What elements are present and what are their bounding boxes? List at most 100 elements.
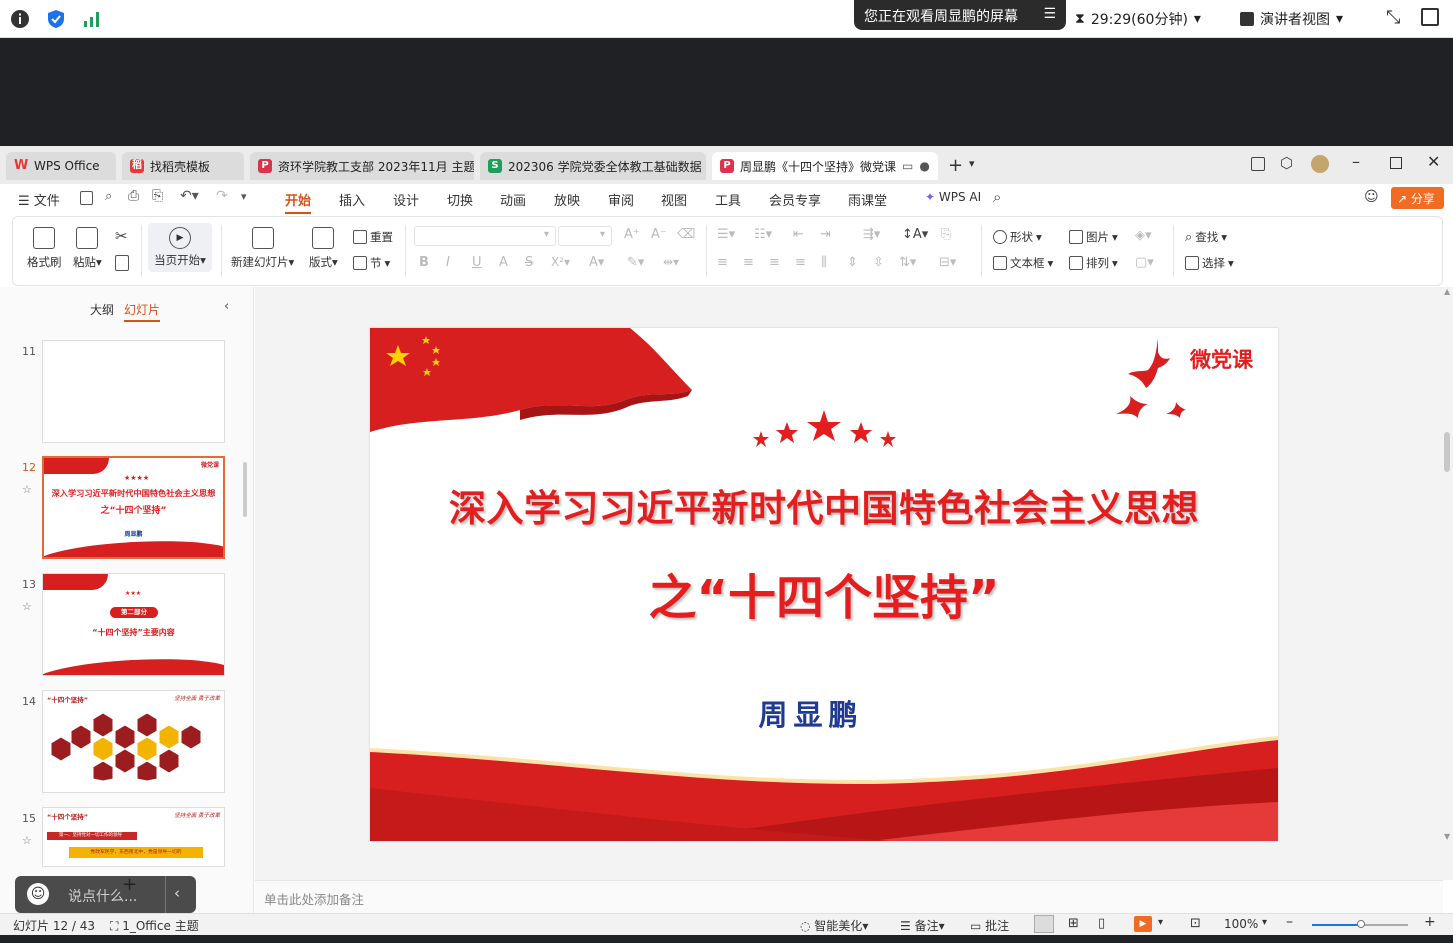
comment-icon[interactable]: ☺: [1364, 189, 1379, 205]
emoji-icon[interactable]: ☺: [27, 883, 49, 905]
spacing-icon[interactable]: ⇳: [873, 255, 884, 270]
menu-review[interactable]: 审阅: [608, 190, 634, 209]
slide-thumbnail-12[interactable]: 微党课 ★★★★ 深入学习习近平新时代中国特色社会主义思想 之“十四个坚持” 周…: [42, 456, 225, 559]
chat-input[interactable]: ☺ 说点什么... + ‹: [15, 874, 196, 913]
export-icon[interactable]: ⌕: [105, 189, 112, 204]
find-button[interactable]: ⌕ 查找 ▾: [1185, 229, 1227, 245]
vertical-align-icon[interactable]: ⇕: [847, 255, 858, 270]
zoom-in-icon[interactable]: +: [1424, 914, 1436, 930]
convert-icon[interactable]: ⎘: [941, 227, 951, 242]
superscript-icon[interactable]: X²▾: [551, 255, 570, 269]
bold-icon[interactable]: B: [419, 255, 429, 270]
menu-membership[interactable]: 会员专享: [769, 190, 821, 209]
scroll-down-icon[interactable]: ▼: [1444, 832, 1450, 841]
current-slide[interactable]: 微党课 深入学习习近平新时代中国特色社会主义思想 之“十四个坚持” 周显鹏: [370, 328, 1278, 841]
zoom-out-icon[interactable]: –: [1286, 914, 1293, 930]
info-icon[interactable]: [10, 9, 30, 29]
restore-icon[interactable]: [1390, 157, 1402, 169]
menu-rain-classroom[interactable]: 雨课堂: [848, 190, 887, 209]
chevron-down-icon[interactable]: ▾: [1262, 917, 1267, 928]
menu-home[interactable]: 开始: [285, 190, 312, 214]
panel-scrollbar[interactable]: [243, 462, 247, 517]
outline-icon[interactable]: ▢▾: [1135, 255, 1154, 270]
numbering-icon[interactable]: ☷▾: [754, 227, 772, 242]
highlight-icon[interactable]: ✎▾: [627, 255, 644, 270]
font-color-icon[interactable]: A▾: [589, 255, 604, 270]
text-direction-icon[interactable]: ⇶▾: [863, 227, 880, 242]
notes-field[interactable]: 单击此处添加备注: [255, 880, 1443, 913]
shield-icon[interactable]: [46, 9, 66, 29]
new-slide-button[interactable]: 新建幻灯片▾: [231, 227, 294, 270]
italic-icon[interactable]: I: [446, 255, 450, 270]
grid-view-icon[interactable]: ⊞: [1068, 916, 1079, 931]
signal-icon[interactable]: [82, 9, 102, 29]
cube-icon[interactable]: ⬡: [1280, 154, 1293, 172]
menu-view[interactable]: 视图: [661, 190, 687, 209]
outline-tab[interactable]: 大纲: [90, 301, 114, 318]
from-current-slide-button[interactable]: ▶ 当页开始▾: [148, 223, 212, 272]
comments-button[interactable]: ▭ 批注: [970, 917, 1009, 934]
tab-spreadsheet[interactable]: S 202306 学院党委全体教工基础数据 ●: [480, 152, 706, 180]
arrange-button[interactable]: 排列 ▾: [1069, 255, 1118, 271]
tab-ppt-branch[interactable]: P 资环学院教工支部 2023年11月 主题党: [250, 152, 474, 180]
share-button[interactable]: ↗ 分享: [1391, 187, 1444, 209]
chevron-down-icon[interactable]: ▾: [969, 157, 975, 170]
outdent-icon[interactable]: ⇤: [793, 227, 804, 242]
undo-icon[interactable]: ↶▾: [180, 188, 199, 204]
shadow-icon[interactable]: A: [499, 255, 508, 270]
screen-share-badge[interactable]: 您正在观看周显鹏的屏幕 ☰: [854, 0, 1066, 30]
collapse-chat-icon[interactable]: ‹: [174, 884, 180, 902]
reset-button[interactable]: 重置: [353, 229, 393, 245]
cut-icon[interactable]: ✂: [115, 227, 128, 245]
menu-insert[interactable]: 插入: [339, 190, 365, 209]
shape-button[interactable]: 形状 ▾: [993, 229, 1042, 245]
slide-thumbnail-15[interactable]: “十四个坚持” 坚持全面 勇于改革 第一、坚持党对一切工作的领导 党政军民学，东…: [42, 807, 225, 867]
fit-window-icon[interactable]: ⊡: [1190, 916, 1201, 931]
exit-fullscreen-icon[interactable]: ⤡: [1386, 7, 1400, 28]
copy-icon[interactable]: [115, 255, 129, 271]
underline-icon[interactable]: U: [472, 255, 482, 270]
save-icon[interactable]: [80, 191, 93, 205]
avatar[interactable]: [1311, 155, 1329, 173]
menu-icon[interactable]: ☰: [1043, 6, 1056, 24]
zoom-level[interactable]: 100%: [1224, 917, 1258, 931]
eraser-icon[interactable]: ⌫: [677, 227, 695, 242]
increase-font-icon[interactable]: A⁺: [624, 227, 640, 242]
slide-thumbnail-11[interactable]: [42, 340, 225, 443]
char-spacing-icon[interactable]: ⇹▾: [663, 255, 679, 269]
beautify-button[interactable]: ◌ 智能美化▾: [800, 917, 868, 934]
theme-name[interactable]: ⛶ 1_Office 主题: [110, 917, 199, 934]
bullets-icon[interactable]: ☰▾: [717, 227, 735, 242]
picture-button[interactable]: 图片 ▾: [1069, 229, 1118, 245]
menu-file[interactable]: ☰ 文件: [18, 190, 60, 209]
close-icon[interactable]: ✕: [1427, 152, 1440, 171]
normal-view-icon[interactable]: [1034, 915, 1054, 933]
text-box-align-icon[interactable]: ⊟▾: [939, 255, 956, 270]
menu-animation[interactable]: 动画: [500, 190, 526, 209]
collapse-panel-icon[interactable]: ‹: [224, 299, 229, 314]
notes-button[interactable]: ☰ 备注▾: [900, 917, 945, 934]
menu-slideshow[interactable]: 放映: [554, 190, 580, 209]
layout-button[interactable]: 版式▾: [309, 227, 338, 270]
reading-view-icon[interactable]: ▯: [1098, 916, 1105, 931]
slide-thumbnail-14[interactable]: “十四个坚持” 坚持全面 勇于改革: [42, 690, 225, 793]
star-icon[interactable]: ☆: [22, 483, 32, 496]
star-icon[interactable]: ☆: [22, 600, 32, 613]
font-family-select[interactable]: ▾: [414, 226, 556, 246]
wps-ai-button[interactable]: ✦ WPS AI: [925, 190, 981, 204]
search-icon[interactable]: ⌕: [993, 188, 1001, 206]
line-spacing-icon[interactable]: ↕A▾: [902, 227, 928, 242]
decrease-font-icon[interactable]: A⁻: [651, 227, 667, 242]
scroll-thumb[interactable]: [1444, 432, 1450, 472]
presenter-view-button[interactable]: 演讲者视图 ▾: [1240, 9, 1343, 29]
minimize-icon[interactable]: –: [1352, 152, 1360, 171]
indent-icon[interactable]: ⇥: [820, 227, 831, 242]
quick-access-more-icon[interactable]: ▾: [241, 190, 247, 203]
textbox-button[interactable]: 文本框 ▾: [993, 255, 1053, 271]
align-right-icon[interactable]: ≡: [769, 255, 780, 270]
menu-design[interactable]: 设计: [393, 190, 419, 209]
star-icon[interactable]: ☆: [22, 834, 32, 847]
align-center-icon[interactable]: ≡: [743, 255, 754, 270]
new-tab-icon[interactable]: +: [948, 155, 963, 176]
scroll-up-icon[interactable]: ▲: [1444, 287, 1450, 296]
